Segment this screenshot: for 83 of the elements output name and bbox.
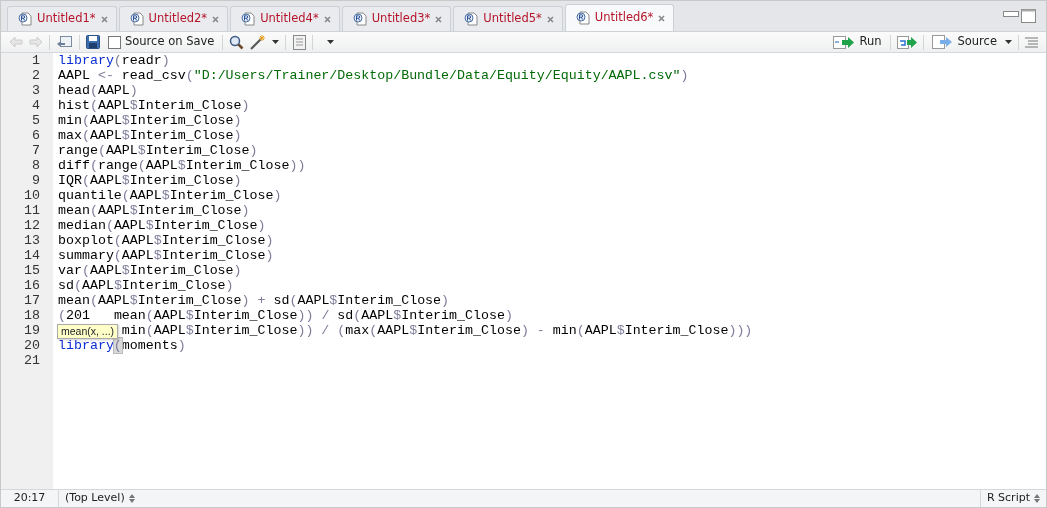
code-text: sd(AAPL$Interim_Close): [58, 278, 234, 293]
line-number: 19: [1, 323, 53, 338]
code-text: median(AAPL$Interim_Close): [58, 218, 266, 233]
line-number: 8: [1, 158, 53, 173]
code-text: range(AAPL$Interim_Close): [58, 143, 258, 158]
cursor-position: 20:17: [1, 490, 59, 507]
line-number: 12: [1, 218, 53, 233]
code-text: var(AAPL$Interim_Close): [58, 263, 242, 278]
line-number: 21: [1, 353, 53, 368]
close-icon[interactable]: [658, 14, 666, 22]
line-number: 7: [1, 143, 53, 158]
code-text: library(readr): [58, 53, 170, 68]
file-type-selector[interactable]: R Script: [979, 490, 1046, 507]
line-number: 13: [1, 233, 53, 248]
editor-tab[interactable]: Untitled5*: [453, 6, 563, 31]
scope-selector[interactable]: (Top Level): [59, 490, 141, 507]
line-number: 5: [1, 113, 53, 128]
magic-wand-icon[interactable]: [250, 34, 267, 50]
close-icon[interactable]: [435, 15, 443, 23]
up-down-arrows-icon: [128, 494, 135, 503]
editor-tab[interactable]: Untitled6*: [564, 4, 675, 31]
r-document-icon: [575, 11, 590, 25]
rerun-icon[interactable]: [896, 35, 917, 49]
search-icon[interactable]: [229, 34, 245, 50]
close-icon[interactable]: [100, 15, 108, 23]
tooltip: mean(x, ...): [57, 324, 119, 339]
line-number: 1: [1, 53, 53, 68]
close-icon[interactable]: [546, 15, 554, 23]
editor-tab[interactable]: Untitled1*: [7, 6, 117, 31]
source-on-save-checkbox[interactable]: Source on Save: [106, 33, 217, 51]
save-icon[interactable]: [86, 35, 100, 49]
code-text: boxplot(AAPL$Interim_Close): [58, 233, 274, 248]
line-number: 3: [1, 83, 53, 98]
code-text: mean(AAPL$Interim_Close) + sd(AAPL$Interim_Close): [58, 293, 450, 308]
editor-tab[interactable]: Untitled3*: [341, 6, 452, 31]
line-number: 20: [1, 338, 53, 353]
r-document-icon: [18, 12, 32, 26]
code-text: max(AAPL$Interim_Close): [58, 128, 242, 143]
outline-icon[interactable]: [1025, 36, 1038, 48]
line-number: 16: [1, 278, 53, 293]
code-text: summary(AAPL$Interim_Close): [58, 248, 274, 263]
code-text: hist(AAPL$Interim_Close): [58, 98, 250, 113]
line-number: 4: [1, 98, 53, 113]
code-text: head(AAPL): [58, 83, 138, 98]
line-number: 18: [1, 308, 53, 323]
line-number: 6: [1, 128, 53, 143]
caret-icon[interactable]: [272, 40, 280, 44]
code-text: min(AAPL$Interim_Close): [58, 113, 242, 128]
close-icon[interactable]: [323, 15, 331, 23]
maximize-icon[interactable]: [1021, 9, 1036, 23]
run-button[interactable]: Run: [831, 33, 884, 51]
code-text: AAPL <- read_csv("D:/Users/Trainer/Desktop/Bundle/Data/Equity/Equity/AAPL.csv"): [58, 68, 689, 83]
code-text: diff(range(AAPL$Interim_Close)): [58, 158, 306, 173]
editor-tab[interactable]: Untitled4*: [230, 6, 340, 31]
line-number: 14: [1, 248, 53, 263]
line-number: 15: [1, 263, 53, 278]
r-document-icon: [352, 12, 367, 26]
close-icon[interactable]: [212, 15, 220, 23]
r-document-icon: [464, 12, 479, 26]
code-text: quantile(AAPL$Interim_Close): [58, 188, 282, 203]
line-number: 9: [1, 173, 53, 188]
code-text: min(AAPL$Interim_Close)) / (max(AAPL$Interim_Close) - min(AAPL$Interim_Close))): [121, 323, 753, 338]
line-number: 17: [1, 293, 53, 308]
r-document-icon: [241, 12, 256, 26]
r-document-icon: [129, 12, 144, 26]
line-number: 10: [1, 188, 53, 203]
up-down-arrows-icon: [1034, 494, 1040, 503]
code-text: (201: [58, 308, 90, 323]
code-text: mean(AAPL$Interim_Close)) / sd(AAPL$Interim_Close): [113, 308, 513, 323]
code-text: IQR(AAPL$Interim_Close): [58, 173, 242, 188]
source-button[interactable]: Source: [929, 33, 999, 51]
editor-tab[interactable]: Untitled2*: [118, 6, 229, 31]
caret-icon[interactable]: [327, 40, 335, 44]
notebook-icon[interactable]: [292, 34, 307, 50]
code-text: mean(AAPL$Interim_Close): [58, 203, 250, 218]
caret-icon[interactable]: [1005, 40, 1012, 44]
source-arrow-icon: [931, 35, 954, 49]
show-in-window-icon[interactable]: [56, 35, 73, 49]
run-arrow-icon: [833, 35, 856, 49]
minimize-icon[interactable]: [1003, 9, 1019, 17]
checkbox-icon[interactable]: [108, 35, 121, 49]
line-number: 2: [1, 68, 53, 83]
line-number: 11: [1, 203, 53, 218]
